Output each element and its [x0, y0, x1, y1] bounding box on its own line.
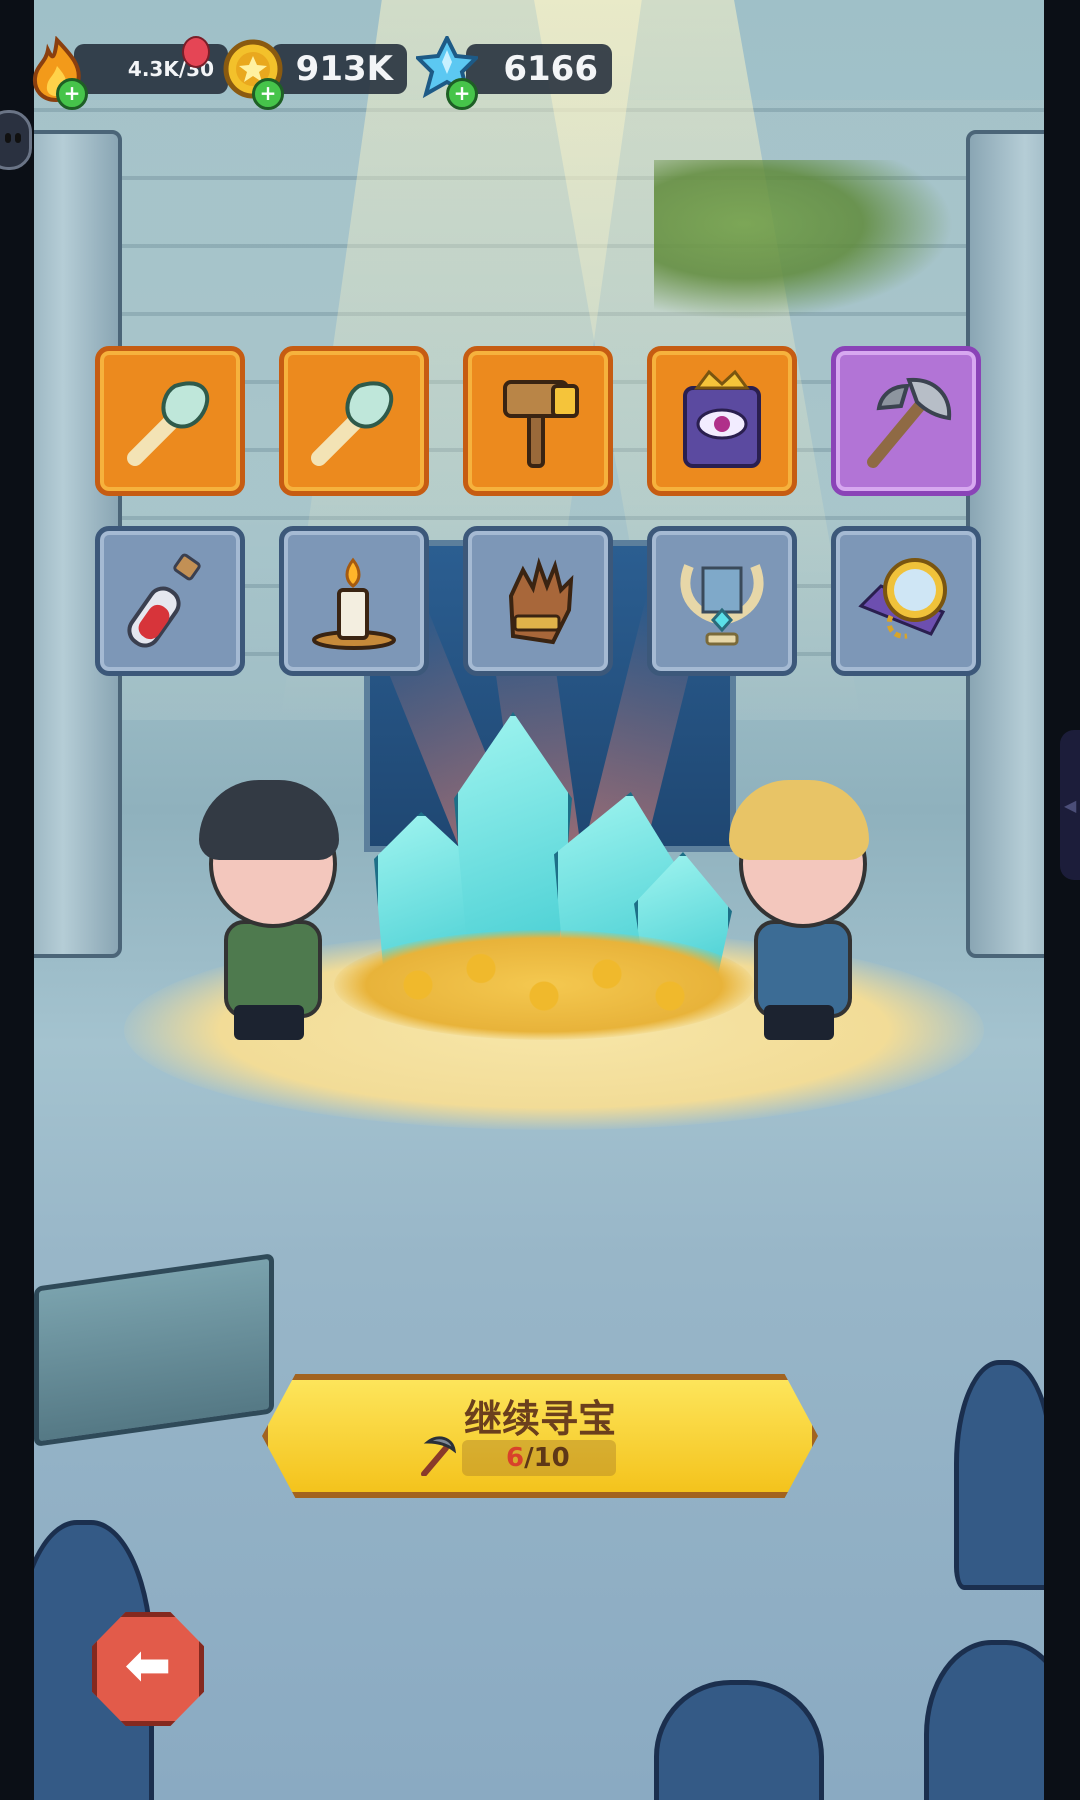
- side-drawer-tab[interactable]: ◀: [1060, 730, 1080, 880]
- battle-axe-icon: [867, 377, 952, 468]
- gold-value: 913K: [295, 49, 393, 89]
- floating-assistant-icon[interactable]: [0, 110, 32, 170]
- item-slot-6[interactable]: [95, 526, 245, 676]
- left-device-edge: [0, 0, 34, 1800]
- gem-counter: 6166: [466, 44, 612, 94]
- item-slot-5[interactable]: [831, 346, 981, 496]
- pickaxe-counter: 6/10: [421, 1436, 616, 1476]
- item-slot-8[interactable]: [463, 526, 613, 676]
- item-slot-7[interactable]: [279, 526, 429, 676]
- pickaxe-icon: [421, 1436, 456, 1476]
- hero-hair: [199, 780, 339, 860]
- miner-hero-blonde: [714, 780, 884, 1050]
- gem-value: 6166: [503, 49, 598, 89]
- item-slot-9[interactable]: [647, 526, 797, 676]
- eye-tome-icon: [683, 369, 761, 468]
- item-slot-1[interactable]: [95, 346, 245, 496]
- feather-quill-icon: [127, 381, 210, 466]
- right-device-edge: ◀: [1044, 0, 1080, 1800]
- candle-icon: [312, 557, 396, 650]
- pickaxe-current: 6: [506, 1443, 525, 1473]
- pocket-mirror-icon: [858, 558, 947, 639]
- blue-rock: [954, 1360, 1044, 1590]
- pickaxe-total: /10: [524, 1443, 570, 1473]
- blue-rock: [654, 1680, 824, 1800]
- add-energy-button[interactable]: +: [56, 78, 88, 110]
- broken-pillar-rubble: [34, 1253, 274, 1447]
- gold-counter: 913K: [271, 44, 407, 94]
- hero-body: [224, 920, 322, 1018]
- feather-quill-icon: [311, 381, 394, 466]
- hanging-vines: [654, 160, 954, 320]
- hero-legs: [234, 1005, 304, 1040]
- add-gold-button[interactable]: +: [252, 78, 284, 110]
- item-slot-4[interactable]: [647, 346, 797, 496]
- continue-button-label: 继续寻宝: [463, 1397, 616, 1441]
- hero-hair: [729, 780, 869, 860]
- add-gems-button[interactable]: +: [446, 78, 478, 110]
- continue-treasure-hunt-button[interactable]: 继续寻宝 6/10: [262, 1374, 818, 1498]
- back-button[interactable]: ⬅: [92, 1612, 204, 1726]
- hero-body: [754, 920, 852, 1018]
- blue-rock: [924, 1640, 1044, 1800]
- chevron-left-icon: ◀: [1064, 796, 1077, 815]
- miner-hero-dark-hair: [184, 780, 354, 1050]
- golden-lyre-icon: [680, 564, 764, 646]
- gold-coins-pile: [334, 930, 754, 1040]
- treasure-hunt-scene: [34, 0, 1044, 1800]
- crystal-treasure-pile: [304, 712, 774, 1060]
- hero-legs: [764, 1005, 834, 1040]
- item-slot-3[interactable]: [463, 346, 613, 496]
- hammer-icon: [503, 380, 579, 468]
- resource-bar: 4.3K/30 913K 6166 + + +: [26, 36, 646, 110]
- notification-balloon-icon: [182, 36, 210, 68]
- item-slot-10[interactable]: [831, 526, 981, 676]
- potion-vial-icon: [127, 553, 201, 648]
- item-slot-2[interactable]: [279, 346, 429, 496]
- leather-glove-icon: [508, 557, 574, 645]
- back-arrow-icon: ⬅: [124, 1633, 172, 1698]
